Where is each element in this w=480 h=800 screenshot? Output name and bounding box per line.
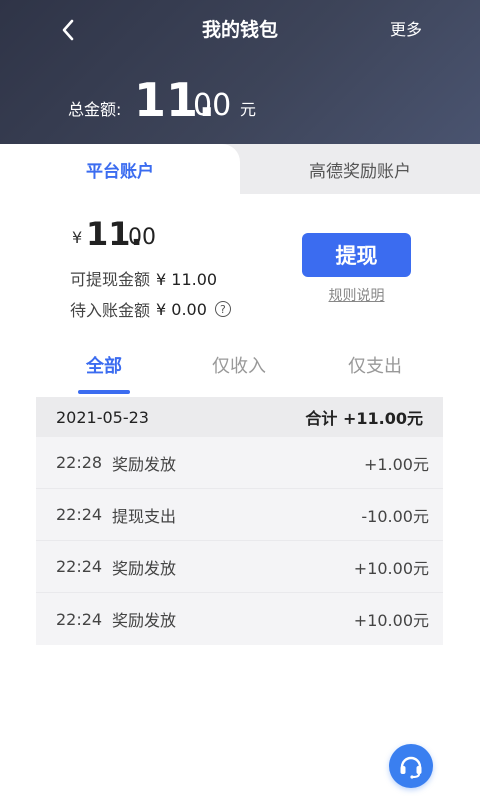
withdrawable-row: 可提现金额 ¥ 11.00 xyxy=(70,266,217,290)
item-amount: +10.00元 xyxy=(353,611,429,630)
list-item[interactable]: 22:24 提现支出 -10.00元 xyxy=(36,489,443,541)
pending-row: 待入账金额 ¥ 0.00 ? xyxy=(70,297,231,321)
tab-platform-account[interactable]: 平台账户 xyxy=(0,144,240,194)
withdraw-button[interactable]: 提现 xyxy=(302,233,411,277)
customer-service-button[interactable] xyxy=(389,744,433,788)
pending-label: 待入账金额 xyxy=(70,301,151,320)
item-desc: 奖励发放 xyxy=(112,454,177,474)
item-time: 22:24 xyxy=(56,505,103,524)
question-circle-icon[interactable]: ? xyxy=(214,301,231,317)
total-amount-label: 总金额: xyxy=(68,100,122,119)
pending-amount: ¥ 0.00 xyxy=(156,299,207,319)
item-amount: +10.00元 xyxy=(353,558,429,578)
withdrawable-label: 可提现金额 xyxy=(70,270,151,289)
more-button[interactable]: 更多 xyxy=(390,16,422,44)
balance-decimal: 00 xyxy=(128,225,156,250)
total-amount-unit: 元 xyxy=(240,100,257,119)
item-amount: +1.00元 xyxy=(363,454,429,474)
tab-amap-reward-account[interactable]: 高德奖励账户 xyxy=(240,144,480,194)
rules-link[interactable]: 规则说明 xyxy=(302,285,411,305)
balance-currency: ¥ xyxy=(72,228,83,247)
account-tabs: 平台账户 高德奖励账户 xyxy=(0,144,480,194)
item-amount: -10.00元 xyxy=(361,506,429,526)
group-date: 2021-05-23 xyxy=(56,407,149,427)
total-amount-decimal: 00 xyxy=(193,88,232,123)
withdrawable-amount: ¥ 11.00 xyxy=(156,270,218,289)
date-group-header: 2021-05-23 合计 +11.00元 xyxy=(36,397,443,437)
active-tab-indicator xyxy=(78,390,130,394)
tab-expense-only[interactable]: 仅支出 xyxy=(332,352,418,382)
item-time: 22:28 xyxy=(56,453,103,472)
list-item[interactable]: 22:24 奖励发放 +10.00元 xyxy=(36,541,443,593)
list-item[interactable]: 22:28 奖励发放 +1.00元 xyxy=(36,437,443,489)
headset-icon xyxy=(400,756,422,779)
item-desc: 奖励发放 xyxy=(112,611,177,630)
item-desc: 奖励发放 xyxy=(112,558,177,578)
list-item[interactable]: 22:24 奖励发放 +10.00元 xyxy=(36,593,443,645)
tab-income-only[interactable]: 仅收入 xyxy=(196,352,282,382)
item-time: 22:24 xyxy=(56,557,103,576)
item-desc: 提现支出 xyxy=(112,506,177,526)
item-time: 22:24 xyxy=(56,609,103,629)
tab-all[interactable]: 全部 xyxy=(62,352,146,382)
transaction-list: 2021-05-23 合计 +11.00元 22:28 奖励发放 +1.00元 2… xyxy=(36,397,443,645)
group-sum: 合计 +11.00元 xyxy=(305,409,423,428)
wallet-header: 我的钱包 更多 总金额: 11. 00 元 xyxy=(0,0,480,150)
